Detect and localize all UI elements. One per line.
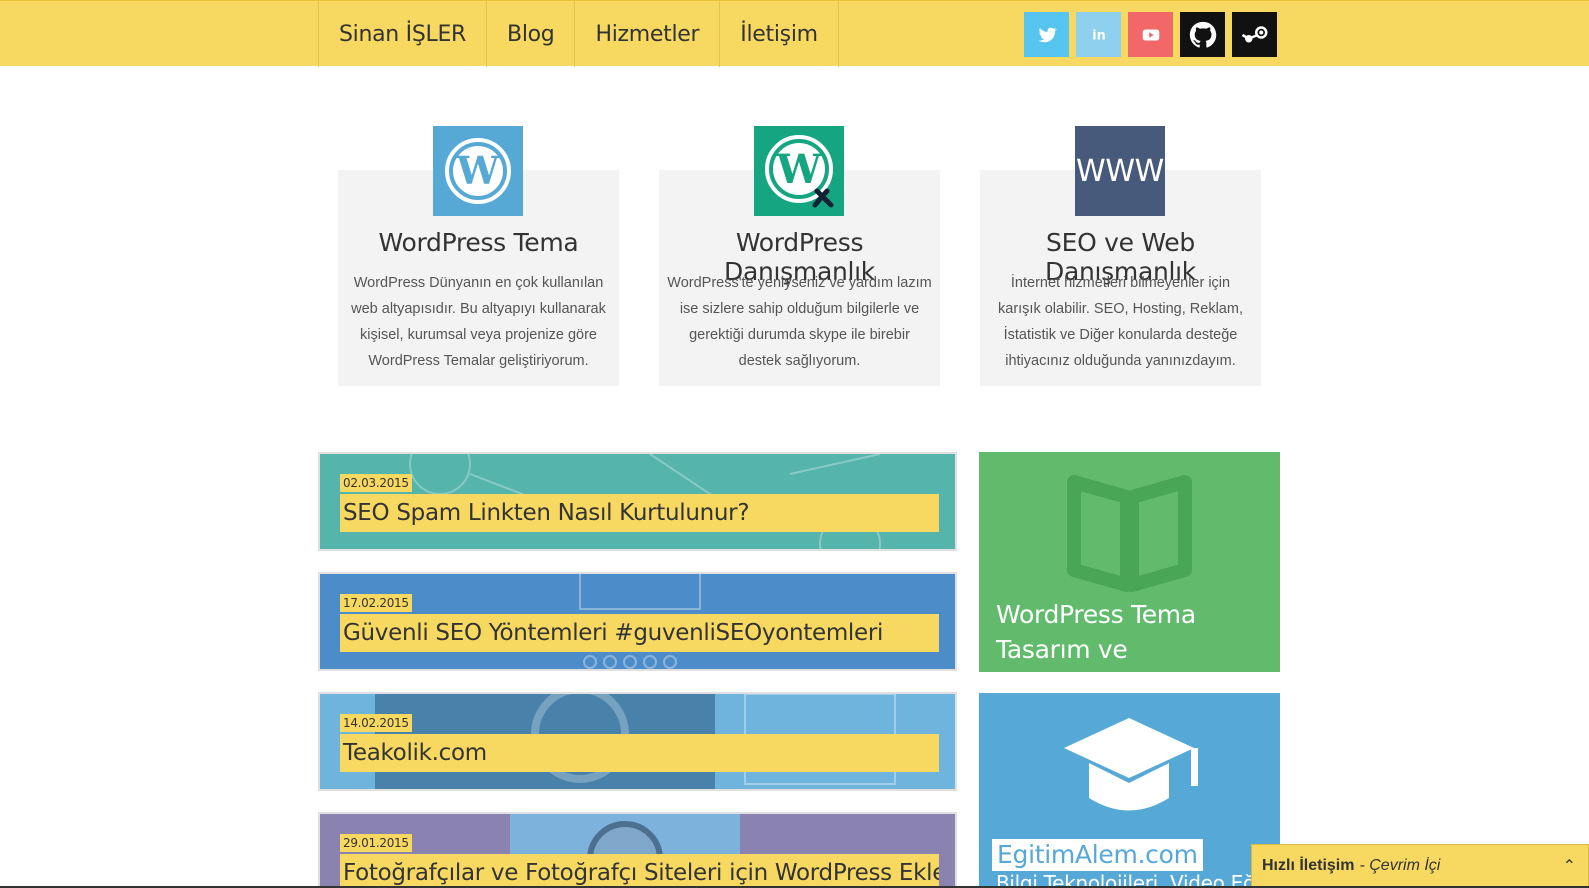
post-card[interactable]: 17.02.2015 Güvenli SEO Yöntemleri #guven…	[318, 572, 957, 671]
service-icon-tile: W	[754, 126, 844, 216]
post-date: 17.02.2015	[340, 594, 412, 612]
youtube-icon	[1142, 29, 1159, 40]
graduation-cap-icon	[1064, 718, 1198, 811]
post-date: 29.01.2015	[340, 834, 412, 852]
wordpress-icon: W	[445, 138, 511, 204]
social-links: in	[1024, 12, 1277, 57]
chevron-up-icon[interactable]: ⌃	[1563, 856, 1576, 876]
quick-contact-bar[interactable]: Hızlı İletişim - Çevrim İçi ⌃	[1251, 844, 1589, 888]
service-description: WordPress Dünyanın en çok kullanılan web…	[351, 275, 606, 369]
github-icon	[1189, 21, 1216, 48]
post-card[interactable]: 14.02.2015 Teakolik.com	[318, 692, 957, 791]
github-button[interactable]	[1180, 12, 1225, 57]
post-title[interactable]: Teakolik.com	[340, 734, 939, 772]
post-card[interactable]: 02.03.2015 SEO Spam Linkten Nasıl Kurtul…	[318, 452, 957, 551]
main-nav: Sinan İŞLER Blog Hizmetler İletişim	[318, 1, 839, 67]
quick-contact-status: - Çevrim İçi	[1359, 857, 1441, 874]
service-title: WordPress Tema	[378, 228, 579, 257]
svg-text:W: W	[456, 148, 501, 193]
www-icon: WWW	[1075, 126, 1165, 216]
service-description: WordPress'te yeniyseniz ve yardım lazım …	[667, 275, 932, 369]
post-title[interactable]: Fotoğrafçılar ve Fotoğrafçı Siteleri içi…	[340, 854, 939, 888]
egitimalem-logo: EgitimAlem.com	[992, 839, 1203, 871]
service-description: İnternet hizmetleri bilmeyenler için kar…	[998, 275, 1243, 369]
egitimalem-promo-box[interactable]: EgitimAlem.com Bilgi Teknolojileri, Vide…	[979, 693, 1280, 888]
post-card[interactable]: 29.01.2015 Fotoğrafçılar ve Fotoğrafçı S…	[318, 812, 957, 888]
linkedin-button[interactable]: in	[1076, 12, 1121, 57]
nav-item-home[interactable]: Sinan İŞLER	[318, 1, 486, 67]
twitter-button[interactable]	[1024, 12, 1069, 57]
book-title: WordPress Tema Tasarım ve Programlama Ki…	[996, 600, 1262, 672]
nav-item-blog[interactable]: Blog	[486, 1, 574, 67]
post-title[interactable]: SEO Spam Linkten Nasıl Kurtulunur?	[340, 494, 939, 532]
open-book-icon	[1067, 475, 1192, 592]
linkedin-icon: in	[1092, 28, 1106, 43]
quick-contact-label: Hızlı İletişim	[1262, 857, 1355, 874]
top-navbar: Sinan İŞLER Blog Hizmetler İletişim in	[0, 0, 1589, 67]
post-date: 14.02.2015	[340, 714, 412, 732]
post-title[interactable]: Güvenli SEO Yöntemleri #guvenliSEOyontem…	[340, 614, 939, 652]
post-date: 02.03.2015	[340, 474, 412, 492]
nav-item-services[interactable]: Hizmetler	[574, 1, 719, 67]
wordpress-tools-icon: W	[765, 135, 834, 208]
twitter-icon	[1038, 27, 1057, 42]
steam-icon	[1241, 25, 1267, 42]
youtube-button[interactable]	[1128, 12, 1173, 57]
book-promo-box[interactable]: WordPress Tema Tasarım ve Programlama Ki…	[979, 452, 1280, 672]
nav-item-contact[interactable]: İletişim	[719, 1, 839, 67]
service-icon-tile: W	[433, 126, 523, 216]
steam-button[interactable]	[1232, 12, 1277, 57]
svg-text:W: W	[776, 146, 823, 193]
svg-text:in: in	[1092, 28, 1106, 43]
